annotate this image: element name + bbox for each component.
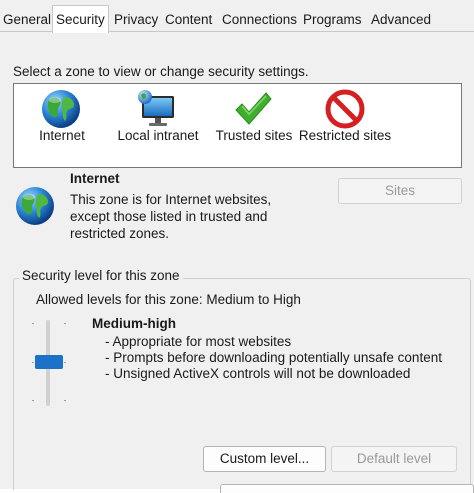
security-level-group-title: Security level for this zone: [19, 268, 183, 283]
custom-level-button[interactable]: Custom level...: [203, 446, 326, 472]
tab-connections[interactable]: Connections: [219, 9, 300, 31]
tab-general[interactable]: General: [0, 9, 54, 31]
level-name: Medium-high: [92, 316, 176, 331]
slider-tick: [64, 323, 66, 324]
globe-icon: [42, 90, 80, 128]
selected-zone-title: Internet: [70, 171, 120, 186]
slider-tick: [32, 323, 34, 324]
zone-description-line-1: This zone is for Internet websites,: [70, 192, 272, 207]
level-bullet: - Appropriate for most websites: [105, 334, 292, 349]
tab-bar: General Security Privacy Content Connect…: [0, 0, 474, 33]
zone-local-intranet[interactable]: Local intranet: [110, 84, 206, 166]
level-bullet: - Prompts before downloading potentially…: [105, 350, 442, 365]
zone-trusted-sites[interactable]: Trusted sites: [210, 84, 298, 166]
slider-tick: [32, 362, 34, 363]
slider-tick: [32, 400, 34, 401]
tab-content[interactable]: Content: [162, 9, 215, 31]
allowed-levels-text: Allowed levels for this zone: Medium to …: [36, 292, 301, 307]
zone-restricted-sites-label: Restricted sites: [298, 128, 392, 143]
zone-internet-label: Internet: [39, 128, 85, 143]
zone-trusted-sites-label: Trusted sites: [215, 128, 293, 143]
slider-tick: [64, 400, 66, 401]
zone-prompt: Select a zone to view or change security…: [13, 64, 309, 79]
selected-zone-globe-icon: [16, 187, 54, 225]
green-checkmark-icon: [235, 92, 272, 125]
zone-internet[interactable]: Internet: [26, 84, 98, 166]
tab-programs[interactable]: Programs: [300, 9, 365, 31]
intranet-globe-monitor-icon: [138, 90, 174, 126]
default-level-button[interactable]: Default level: [331, 446, 457, 472]
sites-button[interactable]: Sites: [338, 178, 462, 204]
level-bullet: - Unsigned ActiveX controls will not be …: [105, 366, 411, 381]
zone-description-line-2: except those listed in trusted and: [70, 209, 268, 224]
zone-list: Internet Local intranet Trusted sites Re…: [13, 83, 462, 168]
tab-security[interactable]: Security: [52, 5, 109, 33]
zone-local-intranet-label: Local intranet: [117, 128, 199, 143]
security-level-slider-thumb[interactable]: [35, 355, 63, 369]
tab-privacy[interactable]: Privacy: [111, 9, 161, 31]
zone-restricted-sites[interactable]: Restricted sites: [298, 84, 392, 166]
zone-description-line-3: restricted zones.: [70, 226, 170, 241]
tab-advanced[interactable]: Advanced: [368, 9, 434, 31]
slider-tick: [64, 362, 66, 363]
red-prohibited-icon: [325, 89, 365, 129]
